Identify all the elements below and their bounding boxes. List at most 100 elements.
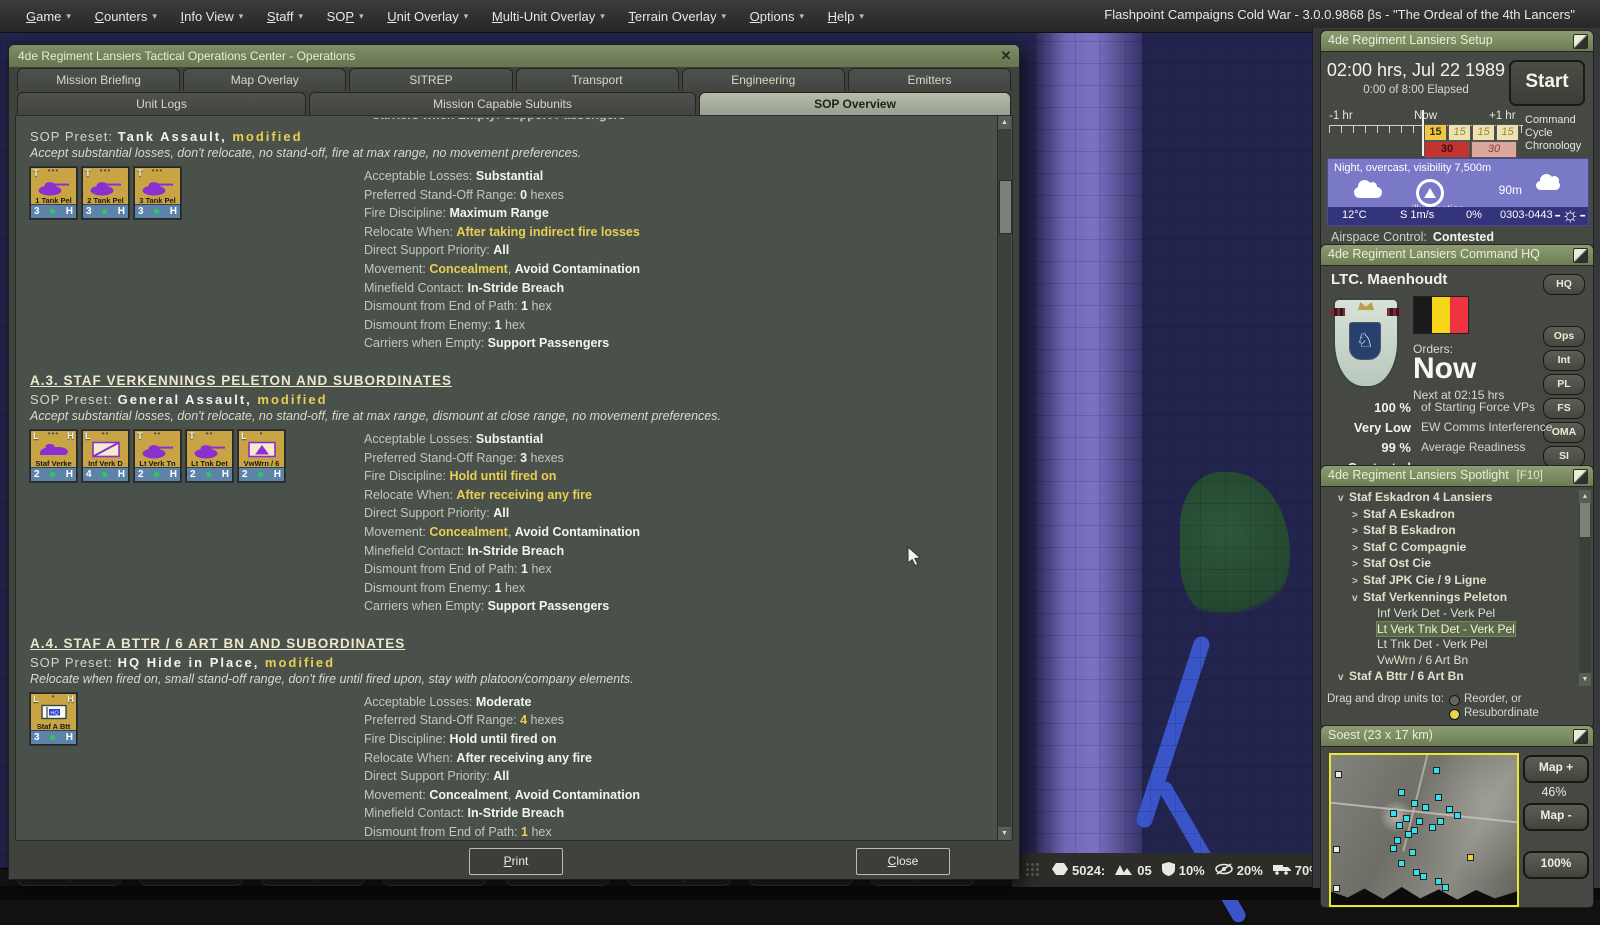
chevron-right-icon[interactable]: > [1352,557,1363,573]
tab-map-overlay[interactable]: Map Overlay [183,68,346,91]
setting-value: hex [528,299,552,313]
illumination-value: 0% [1466,209,1482,221]
menu-info-view[interactable]: Info View▾ [175,5,250,28]
chevron-right-icon[interactable]: > [1352,574,1363,590]
dialog-scrollbar[interactable]: ▲ ▼ [997,116,1011,840]
panel-corner-icon[interactable] [1573,34,1588,49]
menu-options[interactable]: Options▾ [744,5,810,28]
panel-corner-icon[interactable] [1573,469,1588,484]
chevron-right-icon[interactable]: > [1352,541,1363,557]
menu-help[interactable]: Help▾ [822,5,870,28]
tree-item-staf-jpk-cie-9-ligne[interactable]: >Staf JPK Cie / 9 Ligne [1324,573,1577,590]
tab-sitrep[interactable]: SITREP [349,68,512,91]
menu-multi-unit-overlay[interactable]: Multi-Unit Overlay▾ [486,5,611,28]
sop-section-2: A.3. STAF VERKENNINGS PELETON AND SUBORD… [30,373,982,616]
tab-mission-briefing[interactable]: Mission Briefing [17,68,180,91]
cycle-15-box: 15 [1448,124,1471,141]
setting-value: , [508,262,515,276]
spotlight-panel-header[interactable]: 4de Regiment Lansiers Spotlight[F10] [1320,465,1594,487]
scroll-up-icon[interactable]: ▲ [1579,490,1591,503]
setting-label: Direct Support Priority: [364,506,493,520]
chevron-down-icon[interactable]: v [1338,491,1349,507]
tree-item-vwwrn-6-art-bn[interactable]: VwWrn / 6 Art Bn [1324,653,1577,669]
unit-counter-staf-verke[interactable]: L•••HStaf Verke2H [30,430,77,482]
menu-unit-overlay[interactable]: Unit Overlay▾ [381,5,474,28]
tree-item-staf-b-eskadron[interactable]: >Staf B Eskadron [1324,523,1577,540]
close-button[interactable]: Close [856,848,950,875]
reorder-radio[interactable] [1449,695,1460,706]
tree-item-staf-a-bttr-6-art-bn[interactable]: vStaf A Bttr / 6 Art Bn [1324,669,1577,686]
menu-terrain-overlay[interactable]: Terrain Overlay▾ [622,5,732,28]
hq-panel-header[interactable]: 4de Regiment Lansiers Command HQ [1320,244,1594,266]
setting-value: All [493,769,509,783]
panel-corner-icon[interactable] [1573,729,1588,744]
unit-counter-staf-a-btt[interactable]: L•HHQStaf A Btt3H [30,693,77,745]
minimap-unit-dot [1420,873,1427,880]
tree-item-staf-ost-cie[interactable]: >Staf Ost Cie [1324,556,1577,573]
setting-value: Hold until fired on [449,469,556,483]
scroll-up-icon[interactable]: ▲ [998,116,1011,129]
cycle-30-box: 30 [1471,141,1517,158]
setting-label: Preferred Stand-Off Range: [364,451,520,465]
menu-staff[interactable]: Staff▾ [261,5,309,28]
menu-items: Game▾ Counters▾ Info View▾ Staff▾ SOP▾ Unit O… [0,5,870,28]
tab-unit-logs[interactable]: Unit Logs [17,92,306,115]
tree-item-inf-verk-det-verk-pel[interactable]: Inf Verk Det - Verk Pel [1324,606,1577,622]
map-zoom-in-button[interactable]: Map + [1523,755,1589,783]
tree-item-lt-tnk-det-verk-pel[interactable]: Lt Tnk Det - Verk Pel [1324,637,1577,653]
unit-counter-3-tank-pel[interactable]: T•••3 Tank Pel3H [134,167,181,219]
tree-item-lt-verk-tnk-det-verk-pel[interactable]: Lt Verk Tnk Det - Verk Pel [1324,622,1577,638]
panel-corner-icon[interactable] [1573,248,1588,263]
unit-counter-lt-tnk-det[interactable]: T••Lt Tnk Det2H [186,430,233,482]
tank-symbol-icon [135,177,180,197]
tree-item-staf-eskadron-4-lansiers[interactable]: vStaf Eskadron 4 Lansiers [1324,490,1577,507]
tab-engineering[interactable]: Engineering [682,68,845,91]
close-icon[interactable]: ✕ [998,48,1014,64]
scrollbar-thumb[interactable] [1580,503,1590,537]
tree-item-staf-verkennings-peleton[interactable]: vStaf Verkennings Peleton [1324,590,1577,607]
counter-dots: •• [102,429,110,438]
unit-counter-2-tank-pel[interactable]: T•••2 Tank Pel3H [82,167,129,219]
menu-sop[interactable]: SOP▾ [321,5,370,28]
map-zoom-out-button[interactable]: Map - [1523,803,1589,831]
chevron-down-icon[interactable]: v [1338,670,1349,686]
sidebar-button-fs[interactable]: FS [1543,398,1585,419]
setting-value: 1 [521,299,528,313]
scrollbar-thumb[interactable] [999,180,1012,234]
tree-item-staf-a-eskadron[interactable]: >Staf A Eskadron [1324,507,1577,524]
tab-emitters[interactable]: Emitters [848,68,1011,91]
resubordinate-radio[interactable] [1449,709,1460,720]
menu-counters[interactable]: Counters▾ [89,5,163,28]
minimap-panel-header[interactable]: Soest (23 x 17 km) [1320,725,1594,747]
chevron-down-icon[interactable]: v [1352,591,1363,607]
sidebar-button-ops[interactable]: Ops [1543,326,1585,347]
selected-tree-item[interactable]: Lt Verk Tnk Det - Verk Pel [1377,622,1515,636]
dialog-title-bar[interactable]: 4de Regiment Lansiers Tactical Operation… [9,45,1019,67]
sidebar-button-pl[interactable]: PL [1543,374,1585,395]
unit-counter-lt-verk-tn[interactable]: T••Lt Verk Tn2H [134,430,181,482]
unit-counter-inf-verk-d[interactable]: L••Inf Verk D4H [82,430,129,482]
scroll-down-icon[interactable]: ▼ [1579,673,1591,686]
start-button[interactable]: Start [1509,60,1585,106]
setup-panel-header[interactable]: 4de Regiment Lansiers Setup [1320,30,1594,52]
tree-item-staf-c-compagnie[interactable]: >Staf C Compagnie [1324,540,1577,557]
scroll-down-icon[interactable]: ▼ [998,827,1011,840]
menu-game[interactable]: Game▾ [20,5,77,28]
minimap-unit-dot [1398,789,1405,796]
hq-button[interactable]: HQ [1543,274,1585,295]
chevron-right-icon[interactable]: > [1352,508,1363,524]
tab-transport[interactable]: Transport [516,68,679,91]
unit-counter-1-tank-pel[interactable]: T•••1 Tank Pel3H [30,167,77,219]
spotlight-scrollbar[interactable]: ▲ ▼ [1579,490,1591,686]
grip-icon[interactable] [1026,863,1040,877]
unit-counter-vwwrn-6[interactable]: L•VwWrn / 62H [238,430,285,482]
sidebar-button-si[interactable]: SI [1543,446,1585,467]
sidebar-button-int[interactable]: Int [1543,350,1585,371]
tree-item-a-bttr-6-art-bn[interactable]: A Bttr / 6 Art Bn [1324,685,1577,686]
tab-mission-capable-subunits[interactable]: Mission Capable Subunits [309,92,696,115]
minimap[interactable] [1329,753,1519,907]
tab-sop-overview[interactable]: SOP Overview [699,92,1011,115]
print-button[interactable]: Print [469,848,563,875]
chevron-right-icon[interactable]: > [1352,524,1363,540]
map-zoom-100-button[interactable]: 100% [1523,851,1589,879]
